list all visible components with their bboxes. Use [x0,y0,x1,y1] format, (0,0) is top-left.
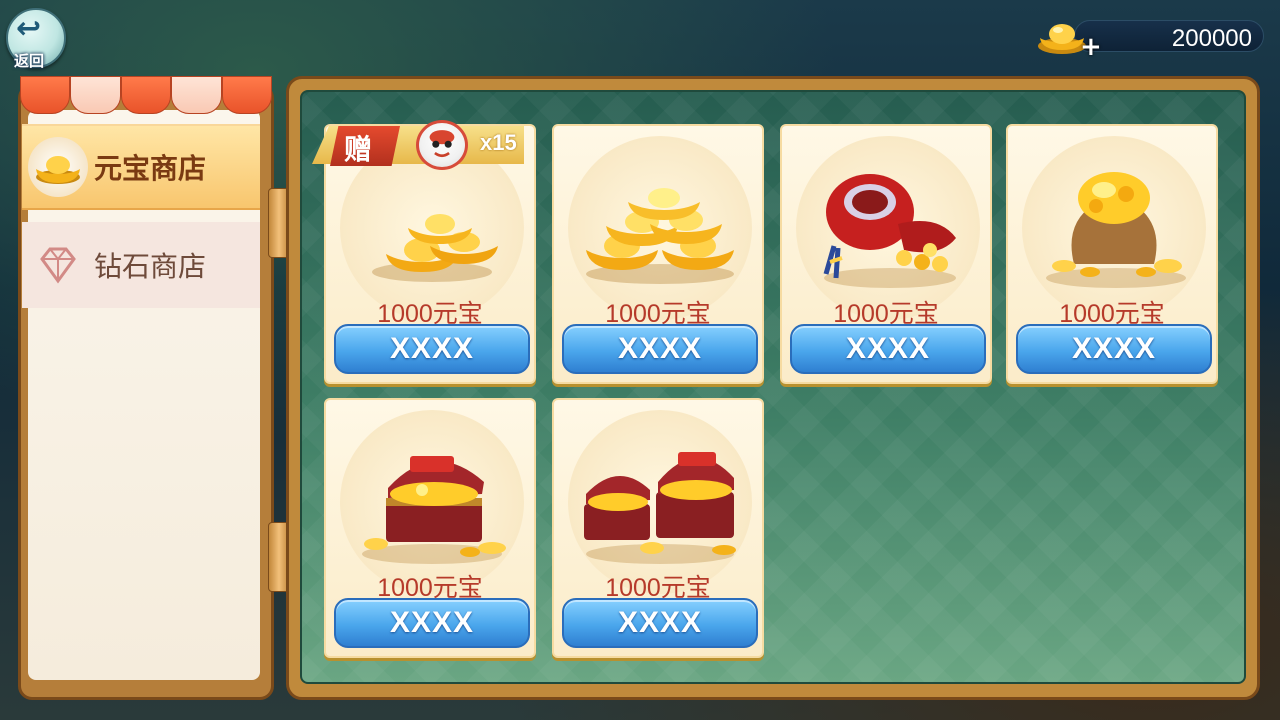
bonus-badge: 赠 x15 [312,120,538,170]
product-card[interactable]: 1000元宝 XXXX [552,124,764,384]
character-face-icon [416,120,468,170]
buy-button-label: XXXX [617,606,703,639]
awning-decoration [20,76,273,118]
back-label: 返回 [14,52,45,70]
back-button[interactable]: ↩ 返回 [4,6,68,70]
buy-button[interactable]: XXXX [1016,324,1212,374]
gold-ingot-icon [28,137,88,197]
buy-button[interactable]: XXXX [562,324,758,374]
gift-label: 赠 [344,133,373,166]
buy-button[interactable]: XXXX [562,598,758,648]
product-card[interactable]: 1000元宝 XXXX [1006,124,1218,384]
product-card[interactable]: 1000元宝 XXXX [780,124,992,384]
gift-tag: 赠 [330,126,400,166]
gold-sack-icon [1046,172,1186,288]
treasure-chest-icon [362,456,506,564]
currency-display: 200000 + [1034,14,1268,60]
buy-button[interactable]: XXXX [334,324,530,374]
large-ingot-pile-icon [586,188,734,284]
product-card[interactable]: 1000元宝 XXXX [552,398,764,658]
small-ingot-pile-icon [372,214,498,282]
red-pouch-icon [823,174,956,288]
back-arrow-icon: ↩ [16,11,42,46]
buy-button-label: XXXX [389,606,475,639]
buy-button[interactable]: XXXX [790,324,986,374]
sidebar-item-label: 钻石商店 [94,250,207,283]
add-currency-button[interactable]: + [1080,34,1102,60]
sidebar-item-diamond-shop[interactable]: 钻石商店 [22,222,260,308]
buy-button-label: XXXX [1071,332,1157,365]
double-treasure-chest-icon [584,452,736,564]
currency-value: 200000 [1171,25,1252,52]
sidebar-item-ingot-shop[interactable]: 元宝商店 [22,124,260,210]
buy-button-label: XXXX [845,332,931,365]
buy-button[interactable]: XXXX [334,598,530,648]
diamond-icon [28,235,88,295]
product-card[interactable]: 1000元宝 XXXX [324,398,536,658]
bonus-multiplier: x15 [480,130,517,155]
buy-button-label: XXXX [617,332,703,365]
buy-button-label: XXXX [389,332,475,365]
sidebar-item-label: 元宝商店 [94,152,207,185]
